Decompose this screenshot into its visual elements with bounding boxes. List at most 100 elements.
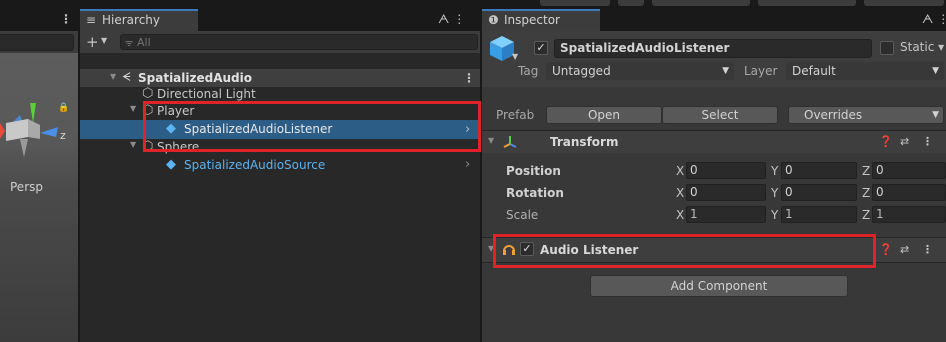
layer-dropdown[interactable]: Default ▼ [786,62,944,80]
scale-label: Scale [506,208,539,222]
tag-dropdown[interactable]: Untagged ▼ [546,62,734,80]
gizmo-z-cone[interactable] [40,127,58,137]
scene-toolbar [0,31,78,53]
position-label: Position [506,164,561,178]
fold-expanded-icon[interactable]: ▼ [488,136,494,145]
object-name-field[interactable]: SpatializedAudioListener [554,39,872,58]
rotation-y-label[interactable]: Y [771,186,778,200]
static-checkbox[interactable] [880,41,894,55]
open-prefab-chevron-icon[interactable]: › [465,122,470,137]
audio-listener-title: Audio Listener [540,243,639,257]
hierarchy-item-spatialized-audio-source[interactable]: ◆ SpatializedAudioSource › [80,157,480,174]
hierarchy-item-label: Directional Light [157,87,256,101]
rotation-y-field[interactable]: 0 [781,184,857,201]
unity-scene-icon: ᗕ [122,70,131,84]
scene-root-row[interactable]: ▼ ᗕ SpatializedAudio ⋮ [80,69,480,87]
static-dropdown[interactable]: Static ▾ [900,40,944,54]
transform-title: Transform [550,135,619,149]
hierarchy-item-spatialized-audio-listener[interactable]: ◆ SpatializedAudioListener › [80,120,480,139]
preset-icon[interactable]: ⇄ [900,243,909,256]
scene-tabbar: ⋮ [0,9,78,31]
audio-listener-enabled-checkbox[interactable]: ✓ [520,242,534,256]
preset-icon[interactable]: ⇄ [900,135,909,148]
scene-viewport[interactable]: z 🔒 Persp [0,53,78,342]
search-icon: ᯤ [125,39,134,49]
fold-expanded-icon[interactable]: ▼ [130,140,136,149]
hierarchy-list-icon: ≡ [86,13,97,27]
scene-menu-icon[interactable]: ⋮ [463,71,475,85]
position-x-field[interactable]: 0 [686,162,766,179]
tab-hierarchy[interactable]: ≡ Hierarchy [80,9,198,31]
gizmo-lock-icon[interactable]: 🔒 [58,102,69,113]
fold-expanded-icon[interactable]: ▼ [488,244,494,253]
position-z-label[interactable]: Z [862,164,870,178]
overrides-dropdown[interactable]: Overrides ▼ [788,106,944,124]
scene-orientation-gizmo[interactable]: z 🔒 [0,53,78,163]
scale-x-label[interactable]: X [676,208,684,222]
gizmo-x-cone[interactable] [0,123,5,139]
help-icon[interactable]: ❓ [879,243,893,256]
chevron-down-icon: ▼ [932,66,939,76]
help-icon[interactable]: ❓ [879,135,893,148]
component-menu-icon[interactable]: ⋮ [922,243,933,256]
toolbar-button[interactable] [540,0,610,6]
scale-y-field[interactable]: 1 [781,206,857,223]
toolbar-button[interactable] [618,0,644,6]
position-x-label[interactable]: X [676,164,684,178]
hierarchy-item-player[interactable]: ▼ ⬡ Player [80,103,480,120]
tag-value: Untagged [552,64,611,78]
hierarchy-tab-actions: ᗅ⋮ [438,12,469,27]
open-prefab-button[interactable]: Open [546,106,662,124]
gizmo-center-cube[interactable] [6,119,28,141]
toolbar-button[interactable] [652,0,750,6]
tag-label: Tag [518,64,539,78]
inspector-menu-icon[interactable]: ⋮ [937,12,946,26]
toolbar-button[interactable] [864,0,944,6]
add-object-button[interactable]: + [86,33,99,51]
position-z-field[interactable]: 0 [872,162,946,179]
hierarchy-item-label: SpatializedAudioListener [184,122,333,136]
rotation-z-label[interactable]: Z [862,186,870,200]
scale-z-label[interactable]: Z [862,208,870,222]
position-y-label[interactable]: Y [771,164,778,178]
hierarchy-item-directional-light[interactable]: ⬡ Directional Light [80,86,480,103]
tab-inspector[interactable]: ❶ Inspector [482,9,600,31]
hierarchy-menu-icon[interactable]: ⋮ [453,12,469,26]
overrides-label: Overrides [804,108,863,122]
position-y-field[interactable]: 0 [781,162,857,179]
select-prefab-button[interactable]: Select [662,106,778,124]
scene-menu-icon[interactable]: ⋮ [60,12,72,26]
active-checkbox[interactable]: ✓ [534,41,548,55]
transform-component-header[interactable]: ▼ Transform ❓ ⇄ ⋮ [482,130,946,153]
rotation-x-label[interactable]: X [676,186,684,200]
rotation-x-field[interactable]: 0 [686,184,766,201]
lock-icon[interactable]: ᗅ [922,12,937,26]
add-dropdown-chevron-icon[interactable]: ▼ [101,36,107,45]
hierarchy-search-field[interactable]: ᯤ [120,34,478,50]
chevron-down-icon: ▼ [932,110,939,120]
rotation-z-field[interactable]: 0 [872,184,946,201]
audio-listener-component-header[interactable]: ▼ ✓ Audio Listener ❓ ⇄ ⋮ [482,237,946,263]
icon-dropdown-chevron-icon[interactable]: ▼ [512,52,518,61]
fold-expanded-icon[interactable]: ▼ [110,72,116,81]
inspector-panel: ❶ Inspector ᗅ⋮ ▼ ✓ SpatializedAudioListe… [482,9,946,342]
transform-axes-icon [503,136,517,148]
prefab-label: Prefab [496,108,535,122]
rotation-label: Rotation [506,186,564,200]
fold-expanded-icon[interactable]: ▼ [130,104,136,113]
open-prefab-chevron-icon[interactable]: › [465,157,470,172]
scale-y-label[interactable]: Y [771,208,778,222]
component-menu-icon[interactable]: ⋮ [922,135,933,148]
toolbar-button[interactable] [758,0,856,6]
scale-z-field[interactable]: 1 [872,206,946,223]
scene-search-input[interactable] [0,34,74,51]
persp-label[interactable]: Persp [10,180,43,194]
hierarchy-search-input[interactable] [137,35,467,49]
scale-x-field[interactable]: 1 [686,206,766,223]
gizmo-y-cone[interactable] [30,103,36,123]
add-component-button[interactable]: Add Component [590,275,848,297]
inspector-tabbar: ❶ Inspector ᗅ⋮ [482,9,946,31]
hierarchy-item-sphere[interactable]: ▼ ⬡ Sphere [80,139,480,156]
lock-icon[interactable]: ᗅ [438,12,453,26]
info-icon: ❶ [488,13,499,27]
